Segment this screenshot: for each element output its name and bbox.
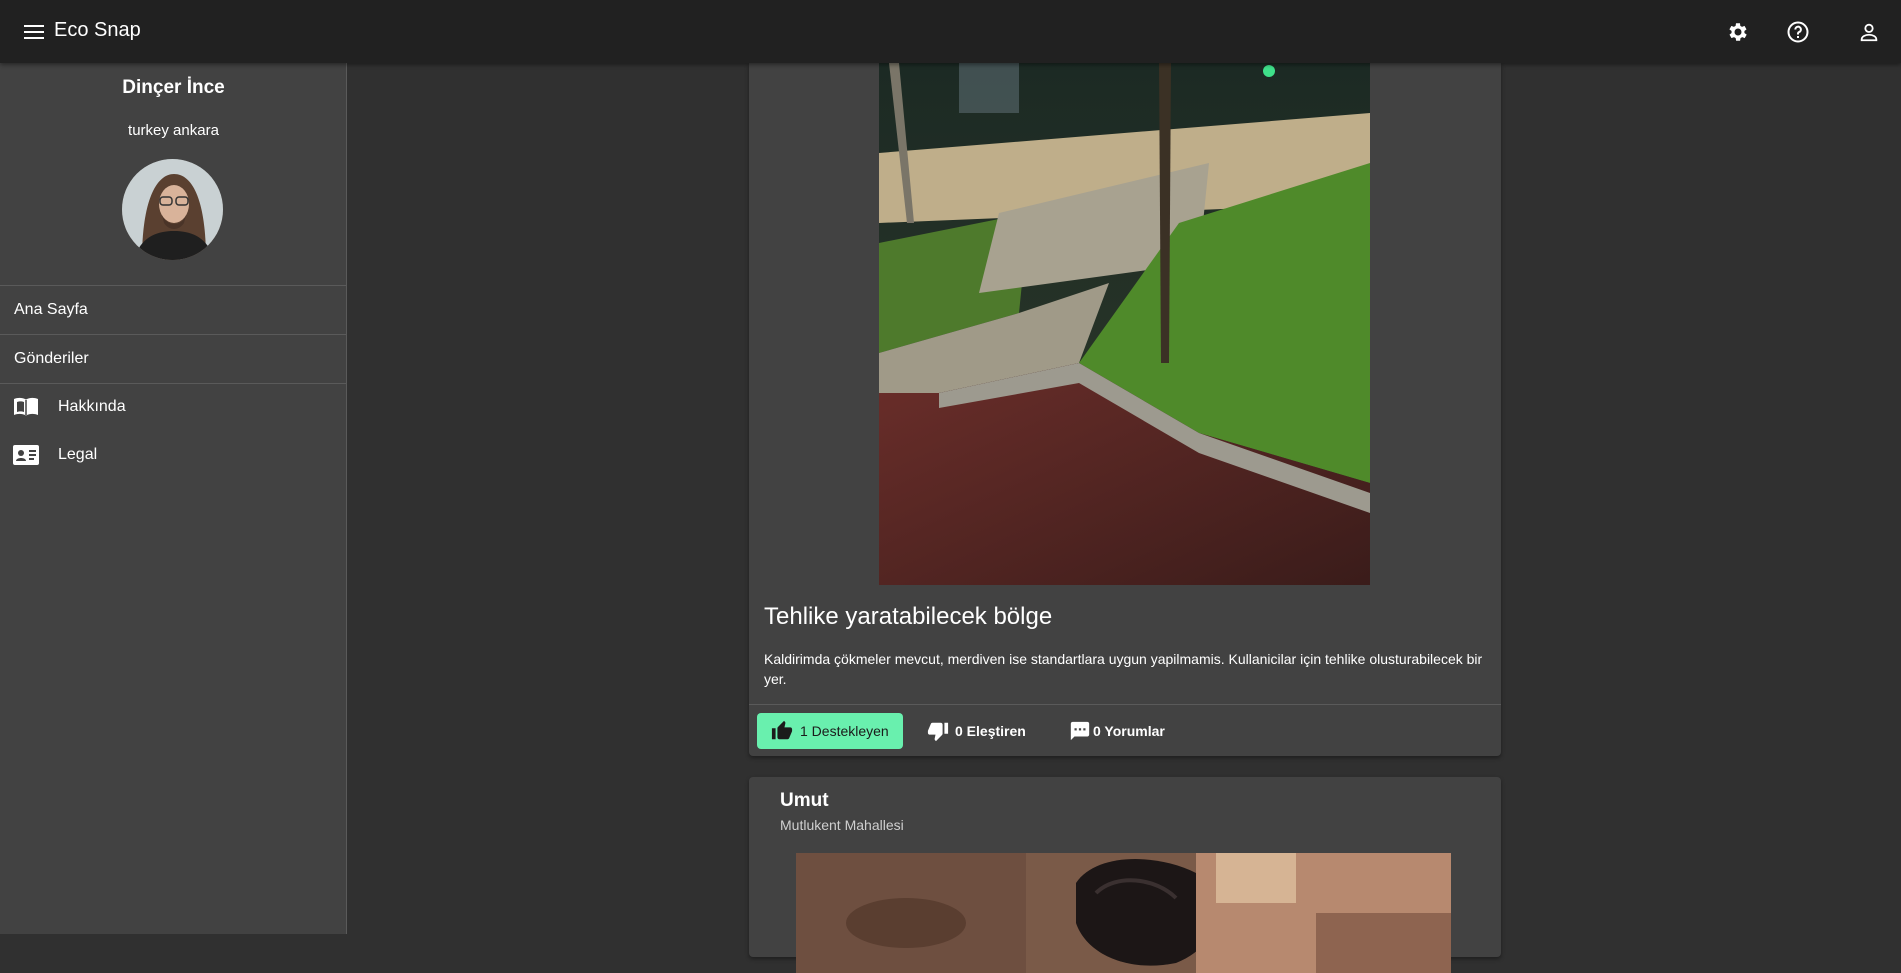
post-card: Umut Mutlukent Mahallesi [749,777,1501,973]
post-card: Tehlike yaratabilecek bölge Kaldirimda ç… [749,63,1501,756]
thumb-down-icon [927,720,949,745]
support-count: 1 Destekleyen [800,723,889,739]
comments-count: 0 Yorumlar [1093,723,1165,739]
nav-item-posts-label: Gönderiler [14,350,89,367]
nav-item-about-label: Hakkında [58,398,126,415]
post-title: Tehlike yaratabilecek bölge [764,603,1053,630]
contact-card-icon [13,444,39,466]
post-image [879,63,1370,585]
nav-item-home-label: Ana Sayfa [14,301,88,318]
criticize-button[interactable]: 0 Eleştiren [927,713,1037,749]
post-image [796,853,1451,973]
nav-item-posts[interactable]: Gönderiler [0,335,347,383]
settings-icon[interactable] [1725,19,1751,45]
help-icon[interactable] [1785,19,1811,45]
profile-location: turkey ankara [128,122,219,139]
book-icon [13,396,39,418]
support-button[interactable]: 1 Destekleyen [757,713,903,749]
profile-name: Dinçer İnce [122,77,225,98]
account-icon[interactable] [1856,19,1882,45]
nav-item-home[interactable]: Ana Sayfa [0,286,347,334]
post-author: Umut [780,790,829,811]
comments-button[interactable]: 0 Yorumlar [1069,713,1179,749]
nav-item-legal-label: Legal [58,446,98,463]
sidebar: Dinçer İnce turkey ankara Ana Sayfa Gönd… [0,63,347,934]
post-description: Kaldirimda çökmeler mevcut, merdiven ise… [764,651,1483,687]
nav-item-legal[interactable]: Legal [0,431,347,479]
card-divider [749,704,1501,705]
menu-icon[interactable] [22,20,46,44]
avatar [122,159,223,260]
app-toolbar: Eco Snap [0,0,1901,63]
comment-icon [1069,720,1091,745]
thumb-up-icon [771,720,793,745]
post-location: Mutlukent Mahallesi [780,817,904,833]
app-title: Eco Snap [54,19,141,41]
nav-item-about[interactable]: Hakkında [0,383,347,431]
criticize-count: 0 Eleştiren [955,723,1026,739]
